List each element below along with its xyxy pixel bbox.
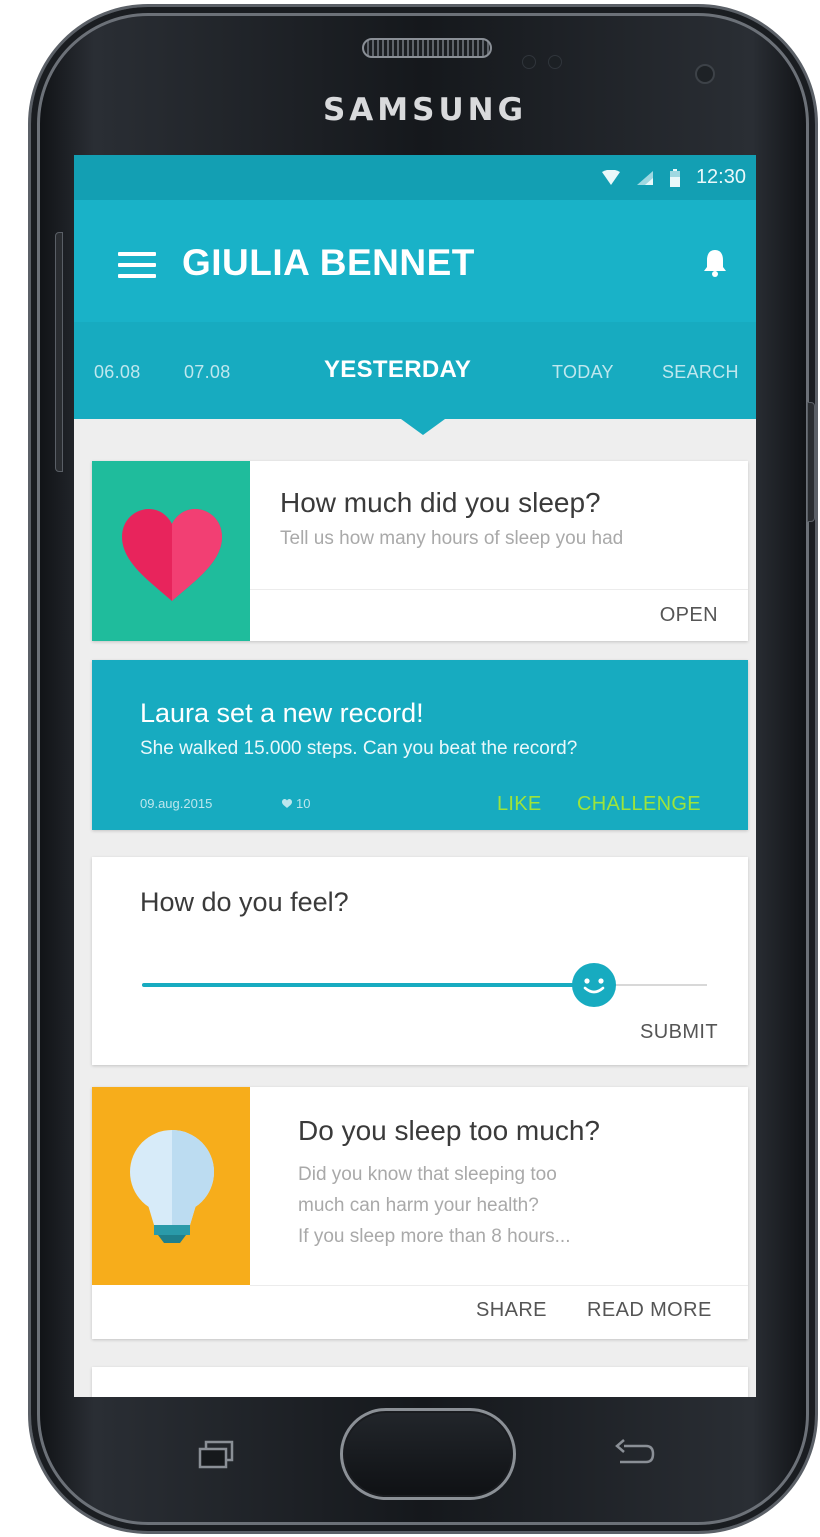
signal-icon xyxy=(636,170,654,186)
tab-0708[interactable]: 07.08 xyxy=(184,362,231,383)
card-divider xyxy=(250,1285,748,1286)
submit-button[interactable]: SUBMIT xyxy=(640,1021,718,1044)
active-tab-indicator xyxy=(401,419,445,435)
smiley-icon xyxy=(583,978,605,994)
record-card: Laura set a new record! She walked 15.00… xyxy=(92,660,748,830)
record-title: Laura set a new record! xyxy=(140,698,424,728)
article-line-1: Did you know that sleeping too xyxy=(298,1164,557,1185)
next-card[interactable] xyxy=(92,1367,748,1397)
lightbulb-icon xyxy=(130,1130,214,1243)
record-subtitle: She walked 15.000 steps. Can you beat th… xyxy=(140,738,578,759)
page-title: GIULIA BENNET xyxy=(182,242,475,283)
sleep-question-card[interactable]: How much did you sleep? Tell us how many… xyxy=(92,461,748,641)
article-line-2: much can harm your health? xyxy=(298,1195,539,1216)
slider-thumb[interactable] xyxy=(572,963,616,1007)
article-card[interactable]: Do you sleep too much? Did you know that… xyxy=(92,1087,748,1339)
earpiece-speaker xyxy=(362,38,492,58)
feel-title: How do you feel? xyxy=(140,887,349,917)
screen: 12:30 GIULIA BENNET 06.08 07.08 YESTERDA… xyxy=(74,155,756,1397)
card-subtitle: Tell us how many hours of sleep you had xyxy=(280,528,624,549)
light-sensor xyxy=(548,55,562,69)
challenge-button[interactable]: CHALLENGE xyxy=(577,793,701,816)
heart-tile xyxy=(92,461,250,641)
app-bar: GIULIA BENNET xyxy=(74,200,756,322)
battery-icon xyxy=(669,168,680,187)
proximity-sensor xyxy=(522,55,536,69)
front-camera xyxy=(695,64,715,84)
likes-count: 10 xyxy=(296,796,311,811)
bell-icon[interactable] xyxy=(702,248,728,278)
tab-0608[interactable]: 06.08 xyxy=(94,362,141,383)
tab-yesterday[interactable]: YESTERDAY xyxy=(324,356,471,384)
date-tabs: 06.08 07.08 YESTERDAY TODAY SEARCH xyxy=(74,322,756,419)
share-button[interactable]: SHARE xyxy=(476,1299,547,1322)
slider-fill xyxy=(142,983,594,987)
tab-search[interactable]: SEARCH xyxy=(662,362,739,383)
brand-logo: SAMSUNG xyxy=(322,92,528,128)
feel-card: How do you feel? SUBMIT xyxy=(92,857,748,1065)
record-likes: 10 xyxy=(282,796,310,811)
tab-today[interactable]: TODAY xyxy=(552,362,614,383)
wifi-icon xyxy=(601,169,620,186)
article-line-3: If you sleep more than 8 hours... xyxy=(298,1226,571,1247)
record-date: 09.aug.2015 xyxy=(140,796,213,811)
lightbulb-tile xyxy=(92,1087,250,1285)
card-divider xyxy=(250,589,748,590)
back-icon[interactable] xyxy=(612,1438,656,1468)
recent-apps-icon[interactable] xyxy=(197,1440,235,1470)
article-title: Do you sleep too much? xyxy=(298,1115,600,1146)
card-title: How much did you sleep? xyxy=(280,487,601,518)
like-button[interactable]: LIKE xyxy=(497,793,542,816)
heart-small-icon xyxy=(282,799,292,808)
read-more-button[interactable]: READ MORE xyxy=(587,1299,712,1322)
status-bar: 12:30 xyxy=(74,155,756,200)
status-time: 12:30 xyxy=(695,166,746,188)
power-button[interactable] xyxy=(807,402,815,522)
heart-icon xyxy=(122,509,222,601)
home-button[interactable] xyxy=(340,1408,516,1500)
open-button[interactable]: OPEN xyxy=(660,604,718,627)
volume-button[interactable] xyxy=(55,232,63,472)
menu-icon[interactable] xyxy=(118,252,158,280)
